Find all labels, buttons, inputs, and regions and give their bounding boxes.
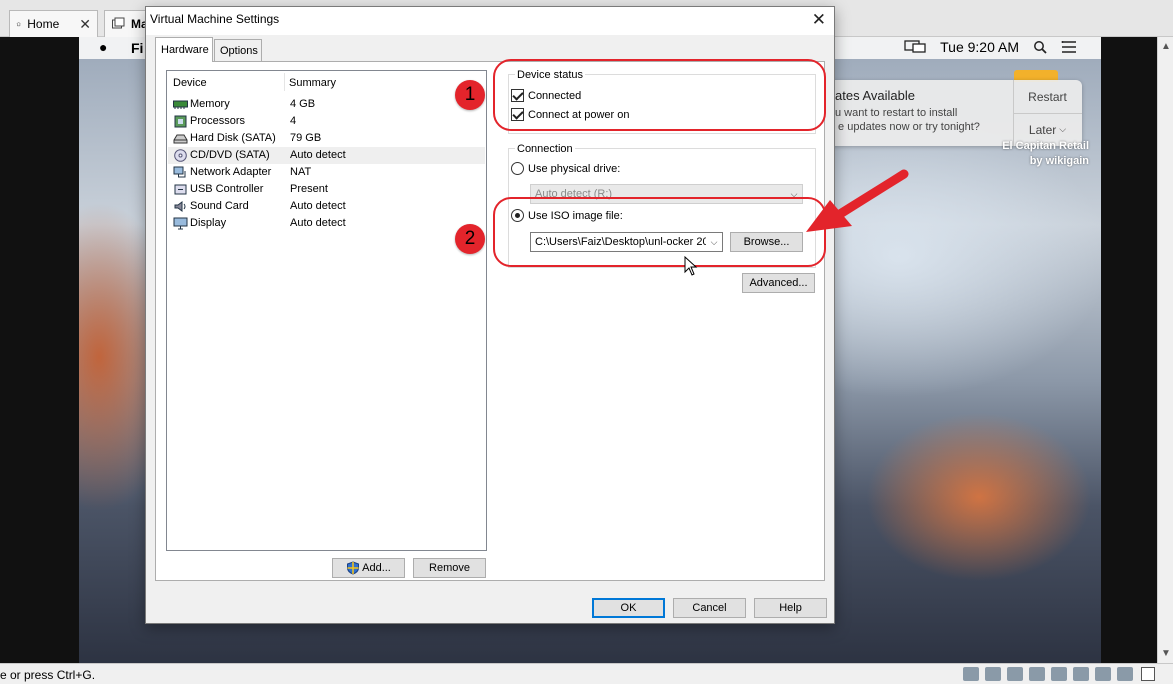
dialog-title: Virtual Machine Settings <box>150 12 280 26</box>
restart-button[interactable]: Restart <box>1013 80 1082 113</box>
remove-button[interactable]: Remove <box>413 558 486 578</box>
usb-tray-icon[interactable] <box>1029 667 1045 681</box>
tab-options[interactable]: Options <box>214 39 262 61</box>
device-summary: NAT <box>290 166 312 178</box>
device-name: CD/DVD (SATA) <box>190 149 270 161</box>
mac-app-menu[interactable]: Fi <box>131 40 143 56</box>
host-tab-home[interactable]: Home ✕ <box>9 10 98 37</box>
device-summary: Present <box>290 183 328 195</box>
display-icon <box>173 217 188 230</box>
host-tab-home-label: Home <box>27 17 60 31</box>
add-button-label: Add... <box>362 562 391 574</box>
printer-tray-icon[interactable] <box>1073 667 1089 681</box>
dialog-close-icon[interactable]: ✕ <box>812 10 826 30</box>
dialog-titlebar[interactable]: Virtual Machine Settings ✕ <box>146 7 834 35</box>
device-row-display[interactable]: Display Auto detect <box>168 215 485 232</box>
watermark-line1: El Capitan Retail <box>1002 140 1089 152</box>
mouse-cursor-icon <box>684 256 698 276</box>
notification-body: u want to restart to install e updates n… <box>835 107 980 133</box>
device-name: USB Controller <box>190 183 264 195</box>
use-physical-drive-label: Use physical drive: <box>528 162 621 175</box>
notes-icon[interactable] <box>1141 667 1155 681</box>
device-list[interactable]: Device Summary Memory 4 GB Processors 4 … <box>166 70 487 551</box>
column-separator[interactable] <box>284 73 285 91</box>
memory-icon <box>173 100 188 109</box>
home-icon <box>16 21 21 27</box>
device-name: Processors <box>190 115 246 127</box>
device-summary: 4 GB <box>290 98 316 110</box>
later-label: Later <box>1028 122 1057 137</box>
scroll-down-icon[interactable]: ▼ <box>1161 648 1171 659</box>
network-tray-icon[interactable] <box>1007 667 1023 681</box>
device-row-memory[interactable]: Memory 4 GB <box>168 96 485 113</box>
host-letterbox-right <box>1101 37 1157 663</box>
summary-column-header[interactable]: Summary <box>289 77 336 89</box>
device-summary: Auto detect <box>290 217 346 229</box>
cancel-button[interactable]: Cancel <box>673 598 746 618</box>
hard-disk-tray-icon[interactable] <box>963 667 979 681</box>
device-row-usb-controller[interactable]: USB Controller Present <box>168 181 485 198</box>
network-adapter-icon <box>173 166 186 178</box>
update-notification: ates Available u want to restart to inst… <box>823 80 1082 146</box>
device-name: Network Adapter <box>190 166 272 178</box>
sound-card-icon <box>174 201 186 212</box>
uac-shield-icon <box>347 561 360 575</box>
cd-tray-icon[interactable] <box>985 667 1001 681</box>
spotlight-search-icon[interactable] <box>1033 40 1047 54</box>
add-button[interactable]: Add... <box>332 558 405 578</box>
apple-icon[interactable]: ● <box>99 39 107 55</box>
display-tray-icon[interactable] <box>1095 667 1111 681</box>
hardware-panel: Device Summary Memory 4 GB Processors 4 … <box>155 61 825 581</box>
scroll-up-icon[interactable]: ▲ <box>1161 41 1171 52</box>
sound-tray-icon[interactable] <box>1051 667 1067 681</box>
device-row-sound-card[interactable]: Sound Card Auto detect <box>168 198 485 215</box>
tab-hardware[interactable]: Hardware <box>155 37 213 62</box>
watermark-line2: by wikigain <box>1029 155 1089 167</box>
device-row-cd-dvd[interactable]: CD/DVD (SATA) Auto detect <box>168 147 485 164</box>
advanced-button[interactable]: Advanced... <box>742 273 815 293</box>
close-icon[interactable]: ✕ <box>79 16 91 33</box>
device-name: Hard Disk (SATA) <box>190 132 276 144</box>
notification-center-icon[interactable] <box>1061 41 1077 53</box>
annotation-number-1: 1 <box>455 80 485 110</box>
device-name: Sound Card <box>190 200 249 212</box>
annotation-ellipse-device-status <box>493 59 826 131</box>
device-row-hard-disk[interactable]: Hard Disk (SATA) 79 GB <box>168 130 485 147</box>
annotation-ellipse-iso <box>493 197 826 267</box>
host-letterbox-left <box>0 37 79 663</box>
usb-icon <box>174 184 187 195</box>
status-text: e or press Ctrl+G. <box>0 668 96 682</box>
hard-disk-icon <box>173 134 188 144</box>
annotation-number-2: 2 <box>455 224 485 254</box>
display-mirroring-icon[interactable] <box>904 40 926 54</box>
mac-clock[interactable]: Tue 9:20 AM <box>940 39 1019 55</box>
device-summary: 4 <box>290 115 297 127</box>
ok-button[interactable]: OK <box>592 598 665 618</box>
vm-icon <box>112 17 125 29</box>
message-tray-icon[interactable] <box>1117 667 1133 681</box>
host-scrollbar[interactable]: ▲ ▼ <box>1157 37 1173 663</box>
device-row-network-adapter[interactable]: Network Adapter NAT <box>168 164 485 181</box>
use-physical-drive-radio[interactable]: Use physical drive: <box>511 162 620 175</box>
watermark: El Capitan Retail by wikigain <box>979 139 1089 169</box>
device-tray <box>963 667 1133 681</box>
device-column-header[interactable]: Device <box>173 77 207 89</box>
device-summary: 79 GB <box>290 132 322 144</box>
device-summary: Auto detect <box>290 149 346 161</box>
device-row-processors[interactable]: Processors 4 <box>168 113 485 130</box>
notification-title: ates Available <box>835 88 915 103</box>
processor-icon <box>174 115 187 128</box>
connection-label: Connection <box>515 143 575 155</box>
device-name: Display <box>190 217 227 229</box>
radio-off-icon[interactable] <box>511 162 524 175</box>
help-button[interactable]: Help <box>754 598 827 618</box>
host-status-bar: e or press Ctrl+G. <box>0 663 1173 684</box>
cd-dvd-icon <box>174 149 187 162</box>
annotation-arrow-icon <box>806 169 909 232</box>
device-summary: Auto detect <box>290 200 346 212</box>
chevron-down-icon: ⌵ <box>1059 124 1067 134</box>
device-name: Memory <box>190 98 230 110</box>
